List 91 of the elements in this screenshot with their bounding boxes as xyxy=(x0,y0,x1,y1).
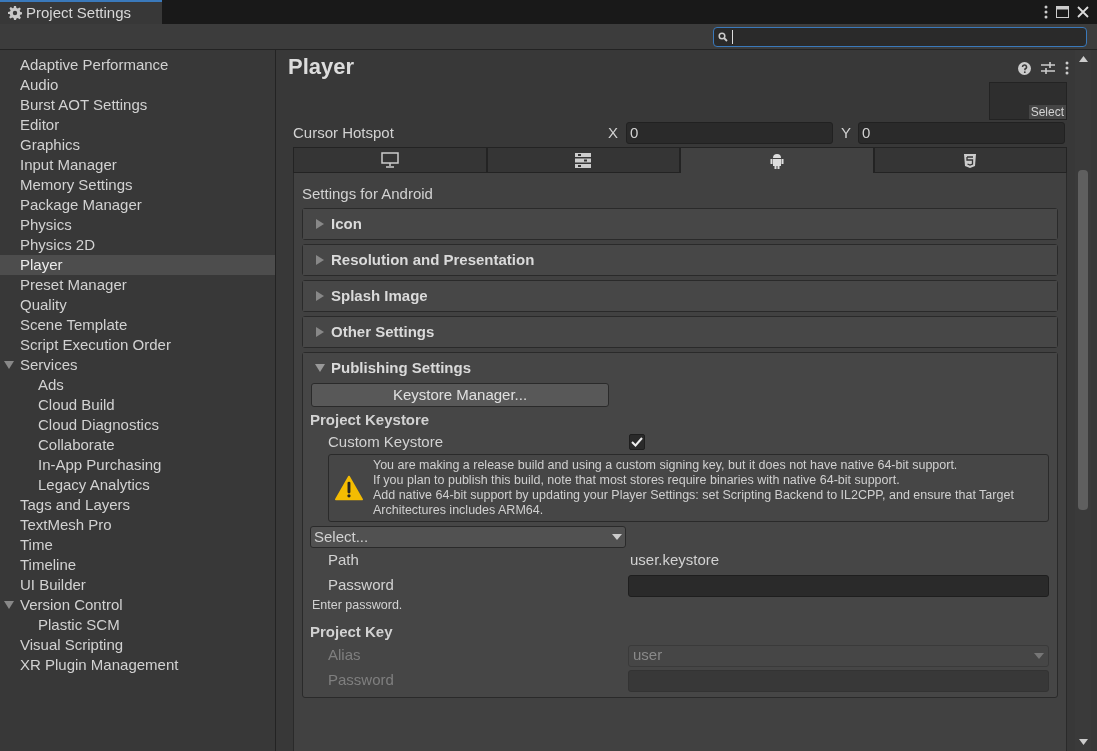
dropdown-arrow-icon xyxy=(612,534,622,540)
server-icon xyxy=(575,152,592,168)
sidebar-item[interactable]: In-App Purchasing xyxy=(0,455,275,475)
expanded-triangle-icon xyxy=(315,363,325,373)
sidebar-item[interactable]: XR Plugin Management xyxy=(0,655,275,675)
expanded-triangle-icon[interactable] xyxy=(4,360,14,370)
collapsed-triangle-icon xyxy=(315,291,325,301)
section-heading: Project Key xyxy=(310,622,394,642)
monitor-icon xyxy=(380,152,399,168)
checkbox[interactable] xyxy=(629,434,645,450)
sidebar-item[interactable]: Scene Template xyxy=(0,315,275,335)
sliders-icon[interactable] xyxy=(1041,61,1055,75)
sidebar-item[interactable]: Plastic SCM xyxy=(0,615,275,635)
sidebar-item[interactable]: Ads xyxy=(0,375,275,395)
search-icon xyxy=(718,31,728,42)
sidebar-item[interactable]: Input Manager xyxy=(0,155,275,175)
window-tab[interactable]: Project Settings xyxy=(0,0,162,24)
sidebar-item[interactable]: Preset Manager xyxy=(0,275,275,295)
platform-tab[interactable] xyxy=(873,147,1067,173)
sidebar-item[interactable]: Quality xyxy=(0,295,275,315)
sidebar-item[interactable]: UI Builder xyxy=(0,575,275,595)
foldout-header[interactable]: Resolution and Presentation xyxy=(303,245,1057,275)
number-field[interactable]: 0 xyxy=(858,122,1065,144)
keystore-manager-button[interactable]: Keystore Manager... xyxy=(311,383,609,407)
dropdown-arrow-icon xyxy=(1034,652,1044,659)
expanded-triangle-icon[interactable] xyxy=(4,600,14,610)
sidebar-item[interactable]: Adaptive Performance xyxy=(0,55,275,75)
select-button[interactable]: Select xyxy=(1028,105,1066,119)
sidebar-item[interactable]: Tags and Layers xyxy=(0,495,275,515)
foldout-header[interactable]: Other Settings xyxy=(303,317,1057,347)
foldout-header[interactable]: Splash Image xyxy=(303,281,1057,311)
sidebar-item[interactable]: Player xyxy=(0,255,275,275)
sidebar-item[interactable]: Physics xyxy=(0,215,275,235)
inspector-title: Player xyxy=(288,52,355,81)
close-icon[interactable] xyxy=(1077,6,1089,18)
warning-text: If you plan to publish this build, note that most stores require binaries with native 64-bit support. xyxy=(372,473,901,488)
field-label: X xyxy=(608,122,619,143)
warning-text: Add native 64-bit support by updating your Player Settings: set Scripting Backend to IL2CPP, and ensure that Target Architectures includes ARM64. xyxy=(372,488,1015,518)
sidebar-item[interactable]: Burst AOT Settings xyxy=(0,95,275,115)
collapsed-triangle-icon xyxy=(315,255,325,265)
checkbox-label: Custom Keystore xyxy=(328,431,445,452)
field-label: Password xyxy=(328,670,395,691)
scrollbar-thumb[interactable] xyxy=(1078,170,1088,510)
field-label: Path xyxy=(328,550,360,571)
html5-icon xyxy=(964,152,977,168)
sidebar-item[interactable]: TextMesh Pro xyxy=(0,515,275,535)
sidebar-item[interactable]: Audio xyxy=(0,75,275,95)
sidebar-item[interactable]: Version Control xyxy=(0,595,275,615)
field-label: Alias xyxy=(328,645,362,666)
sidebar-item[interactable]: Legacy Analytics xyxy=(0,475,275,495)
maximize-icon[interactable] xyxy=(1056,6,1069,18)
section-heading: Project Keystore xyxy=(310,410,431,430)
keystore-dropdown[interactable]: Select... xyxy=(310,526,626,548)
platform-tab[interactable] xyxy=(486,147,680,173)
sidebar-item[interactable]: Physics 2D xyxy=(0,235,275,255)
path-value: user.keystore xyxy=(630,550,720,571)
collapsed-triangle-icon xyxy=(315,327,325,337)
sidebar-item[interactable]: Editor xyxy=(0,115,275,135)
platform-tab[interactable] xyxy=(293,147,487,173)
sidebar-item[interactable]: Script Execution Order xyxy=(0,335,275,355)
android-icon xyxy=(769,152,784,169)
sidebar-item[interactable]: Time xyxy=(0,535,275,555)
scroll-up-icon[interactable] xyxy=(1078,56,1088,62)
sidebar-item[interactable]: Memory Settings xyxy=(0,175,275,195)
field-label: Password xyxy=(328,575,395,596)
settings-heading: Settings for Android xyxy=(302,185,434,203)
scroll-down-icon[interactable] xyxy=(1078,739,1088,745)
more-icon[interactable] xyxy=(1065,61,1069,75)
sidebar-item[interactable]: Graphics xyxy=(0,135,275,155)
gear-icon xyxy=(8,6,22,20)
window-title: Project Settings xyxy=(26,2,132,23)
help-icon[interactable] xyxy=(1018,61,1031,75)
field-label: Y xyxy=(840,122,852,143)
number-field[interactable]: 0 xyxy=(626,122,833,144)
sidebar-item[interactable]: Cloud Diagnostics xyxy=(0,415,275,435)
more-icon[interactable] xyxy=(1044,5,1048,19)
hint-text: Enter password. xyxy=(311,598,404,614)
search-field[interactable] xyxy=(713,26,1087,47)
warning-icon xyxy=(335,473,363,503)
password-field[interactable] xyxy=(628,574,1049,597)
platform-tab[interactable] xyxy=(680,147,874,173)
sidebar-item[interactable]: Package Manager xyxy=(0,195,275,215)
sidebar-item[interactable]: Services xyxy=(0,355,275,375)
sidebar-item[interactable]: Timeline xyxy=(0,555,275,575)
warning-text: You are making a release build and using a custom signing key, but it does not have native 64-bit support. xyxy=(372,458,959,473)
sidebar-item[interactable]: Visual Scripting xyxy=(0,635,275,655)
collapsed-triangle-icon xyxy=(315,219,325,229)
sidebar-item[interactable]: Cloud Build xyxy=(0,395,275,415)
sidebar-item[interactable]: Collaborate xyxy=(0,435,275,455)
field-label: Cursor Hotspot xyxy=(293,122,395,143)
foldout-header[interactable]: Icon xyxy=(303,209,1057,239)
